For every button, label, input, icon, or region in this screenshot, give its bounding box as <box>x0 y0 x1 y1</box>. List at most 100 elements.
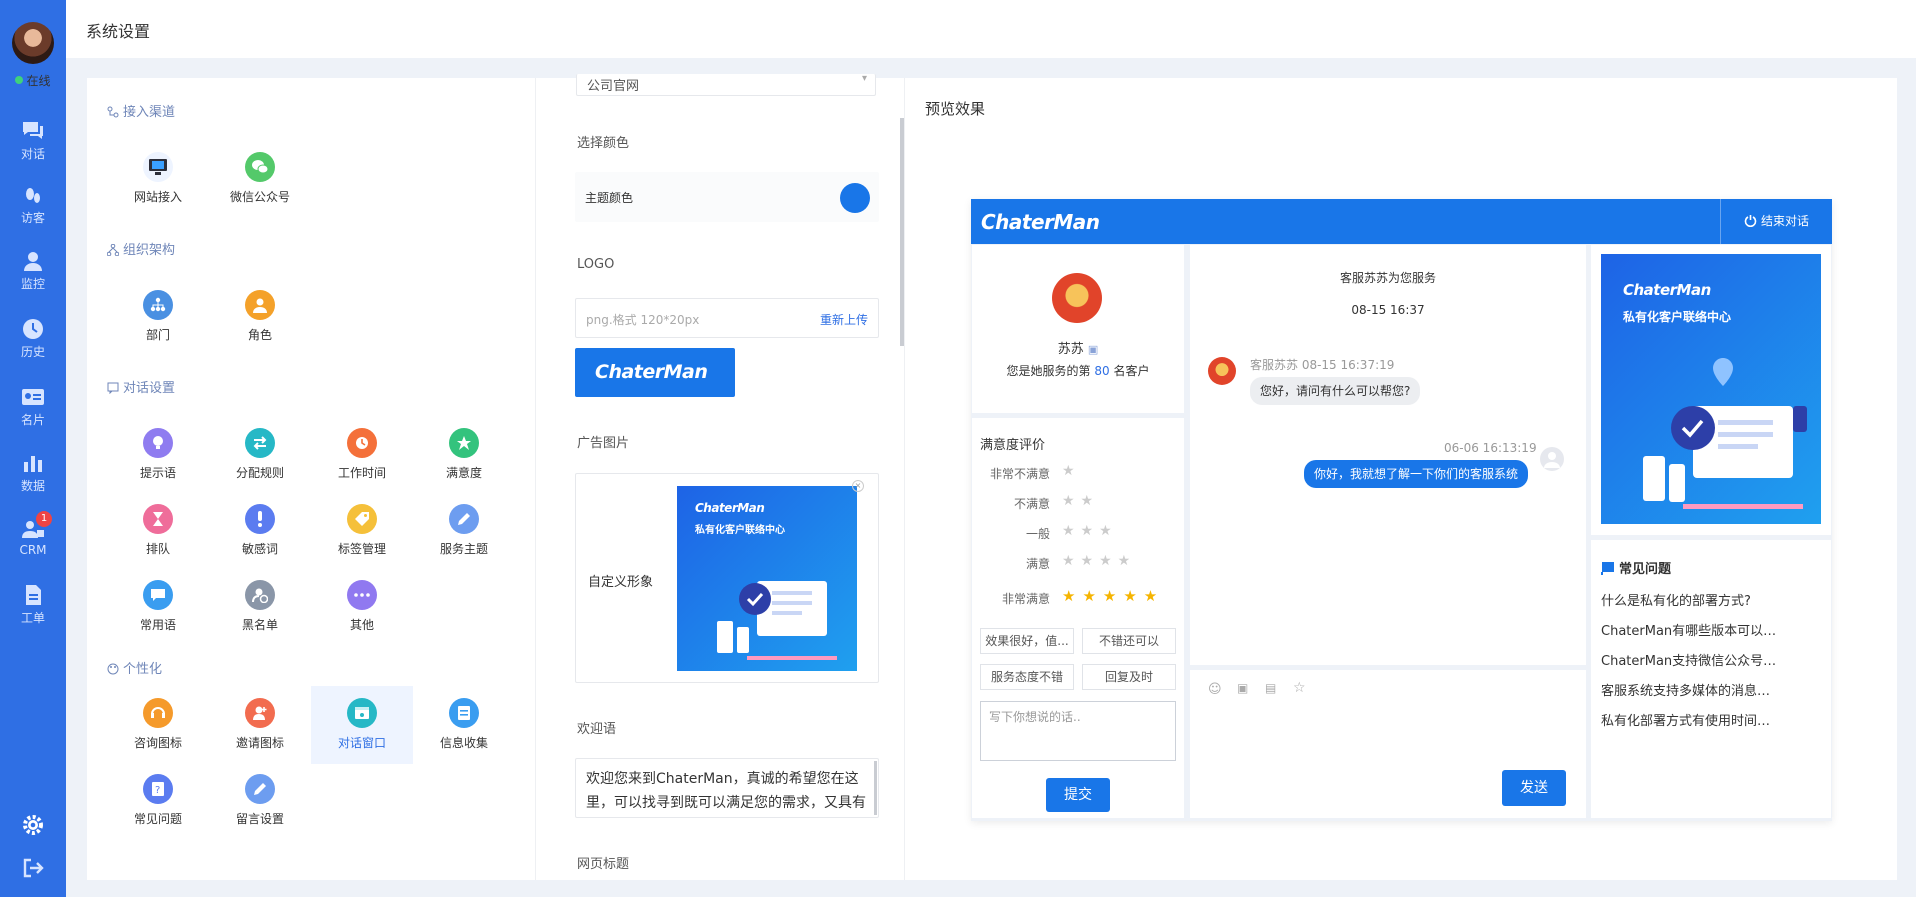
blocked-user-icon <box>245 580 275 610</box>
color-label: 选择颜色 <box>577 136 630 151</box>
nav-item-card[interactable]: 名片 <box>0 386 66 428</box>
right-ad-panel: ChaterMan 私有化客户联络中心 <box>1591 245 1831 535</box>
logo-input[interactable]: png.格式 120*20px 重新上传 <box>575 298 879 338</box>
nav-item-data[interactable]: 数据 <box>0 452 66 494</box>
tag-option[interactable]: 不错还可以 <box>1082 628 1176 654</box>
ad-banner[interactable]: ChaterMan 私有化客户联络中心 <box>1601 254 1821 524</box>
rating-stars-1[interactable]: ★ <box>1062 463 1081 479</box>
tile-satisfaction[interactable]: 满意度 <box>413 416 515 492</box>
theme-color-swatch[interactable] <box>840 183 870 213</box>
org-structure-icon <box>106 243 120 257</box>
textarea-scrollbar[interactable] <box>874 761 877 815</box>
tile-role[interactable]: 角色 <box>209 278 311 354</box>
logout-button[interactable] <box>22 858 44 882</box>
pen-icon <box>245 774 275 804</box>
welcome-textarea[interactable]: 欢迎您来到ChaterMan，真诚的希望您在这里，可以找寻到既可以满足您的需求，… <box>575 758 879 818</box>
tile-prompt[interactable]: 提示语 <box>107 416 209 492</box>
nav-item-monitor[interactable]: 监控 <box>0 250 66 292</box>
agent-avatar <box>1052 273 1102 323</box>
faq-item[interactable]: 什么是私有化的部署方式? <box>1601 590 1781 609</box>
image-icon[interactable]: ▣ <box>1237 681 1248 695</box>
id-card-icon: ▣ <box>1087 343 1099 356</box>
bar-chart-icon <box>24 456 42 472</box>
agent-name-row: 苏苏 ▣ <box>1057 342 1099 357</box>
ad-label: 广告图片 <box>577 436 630 451</box>
tile-website[interactable]: 网站接入 <box>107 140 209 216</box>
faq-item[interactable]: 客服系统支持多媒体的消息发送... <box>1601 680 1781 699</box>
tag-option[interactable]: 服务态度不错 <box>980 664 1074 690</box>
tile-assign-rule[interactable]: 分配规则 <box>209 416 311 492</box>
logo-label: LOGO <box>577 257 615 272</box>
tile-work-time[interactable]: 工作时间 <box>311 416 413 492</box>
rating-stars-3[interactable]: ★★★ <box>1062 523 1118 539</box>
form-icon <box>449 698 479 728</box>
reupload-button[interactable]: 重新上传 <box>820 311 868 328</box>
tile-invite-icon[interactable]: 邀请图标 <box>209 686 311 762</box>
star-badge-icon <box>449 428 479 458</box>
tile-queue[interactable]: 排队 <box>107 492 209 568</box>
document-icon <box>26 585 41 605</box>
submit-button[interactable]: 提交 <box>1046 778 1110 812</box>
welcome-label: 欢迎语 <box>577 722 617 737</box>
tile-tag-manage[interactable]: 标签管理 <box>311 492 413 568</box>
tile-blacklist[interactable]: 黑名单 <box>209 568 311 644</box>
send-button[interactable]: 发送 <box>1502 770 1566 806</box>
tile-consult-icon[interactable]: 咨询图标 <box>107 686 209 762</box>
tile-other[interactable]: 其他 <box>311 568 413 644</box>
nav-item-ticket[interactable]: 工单 <box>0 584 66 626</box>
top-bar <box>66 0 1916 58</box>
ad-illustration <box>717 581 837 660</box>
power-icon <box>1744 215 1757 228</box>
palette-icon <box>107 663 119 675</box>
settings-gear-button[interactable] <box>21 813 45 841</box>
ad-image-box[interactable]: 自定义形象 ChaterMan 私有化客户联络中心 × <box>575 473 879 683</box>
logout-icon <box>23 858 44 878</box>
tile-service-topic[interactable]: 服务主题 <box>413 492 515 568</box>
nav-item-chat[interactable]: 对话 <box>0 120 66 162</box>
theme-color-row: 主题颜色 <box>575 172 879 222</box>
faq-item[interactable]: 私有化部署方式有使用时间和坐... <box>1601 710 1781 729</box>
tile-sensitive-words[interactable]: 敏感词 <box>209 492 311 568</box>
chat-header: ChaterMan 结束对话 <box>971 199 1832 244</box>
rating-stars-2[interactable]: ★★ <box>1062 493 1099 509</box>
end-chat-button[interactable]: 结束对话 <box>1720 199 1832 244</box>
rating-stars-4[interactable]: ★★★★ <box>1062 553 1136 569</box>
faq-item[interactable]: ChaterMan有哪些版本可以选择? <box>1601 620 1781 639</box>
crm-badge: 1 <box>36 511 52 527</box>
tag-option[interactable]: 回复及时 <box>1082 664 1176 690</box>
dialog-settings-icon <box>107 382 119 395</box>
nav-item-crm[interactable]: CRM <box>0 518 66 557</box>
nav-item-visitor[interactable]: 访客 <box>0 184 66 226</box>
agent-message-meta: 客服苏苏 08-15 16:37:19 <box>1250 358 1395 372</box>
department-icon <box>143 290 173 320</box>
clock-icon <box>23 319 43 339</box>
page-title-label: 网页标题 <box>577 857 630 872</box>
online-status[interactable]: 在线 <box>0 72 66 89</box>
folder-icon[interactable]: ▤ <box>1265 681 1276 695</box>
tile-department[interactable]: 部门 <box>107 278 209 354</box>
close-icon[interactable]: × <box>852 480 864 492</box>
ad-thumbnail: ChaterMan 私有化客户联络中心 <box>677 486 857 671</box>
tile-common-phrase[interactable]: 常用语 <box>107 568 209 644</box>
tile-wechat[interactable]: 微信公众号 <box>209 140 311 216</box>
emoji-icon[interactable]: ☺ <box>1208 682 1222 697</box>
nav-item-history[interactable]: 历史 <box>0 318 66 360</box>
scrollbar-thumb[interactable] <box>900 118 904 346</box>
star-icon[interactable]: ☆ <box>1293 680 1306 696</box>
tile-faq[interactable]: ? 常见问题 <box>107 762 209 838</box>
comment-textarea[interactable]: 写下你想说的话.. <box>980 701 1176 761</box>
page-title: 系统设置 <box>86 22 151 41</box>
input-area: ☺ ▣ ▤ ☆ 发送 <box>1190 670 1586 818</box>
logo-preview: ChaterMan <box>575 348 735 397</box>
rating-stars-5[interactable]: ★★★★★ <box>1062 587 1164 605</box>
faq-item[interactable]: ChaterMan支持微信公众号接入... <box>1601 650 1781 669</box>
faq-panel: 常见问题 <box>1591 540 1831 818</box>
tile-message-settings[interactable]: 留言设置 <box>209 762 311 838</box>
lightbulb-icon <box>143 428 173 458</box>
user-avatar[interactable] <box>12 22 54 64</box>
tile-info-collect[interactable]: 信息收集 <box>413 686 515 762</box>
tile-chat-window[interactable]: 对话窗口 <box>311 686 413 764</box>
tag-option[interactable]: 效果很好，值... <box>980 628 1074 654</box>
chat-icon <box>23 122 43 139</box>
channel-select[interactable]: 公司官网 ▾ <box>576 73 876 96</box>
